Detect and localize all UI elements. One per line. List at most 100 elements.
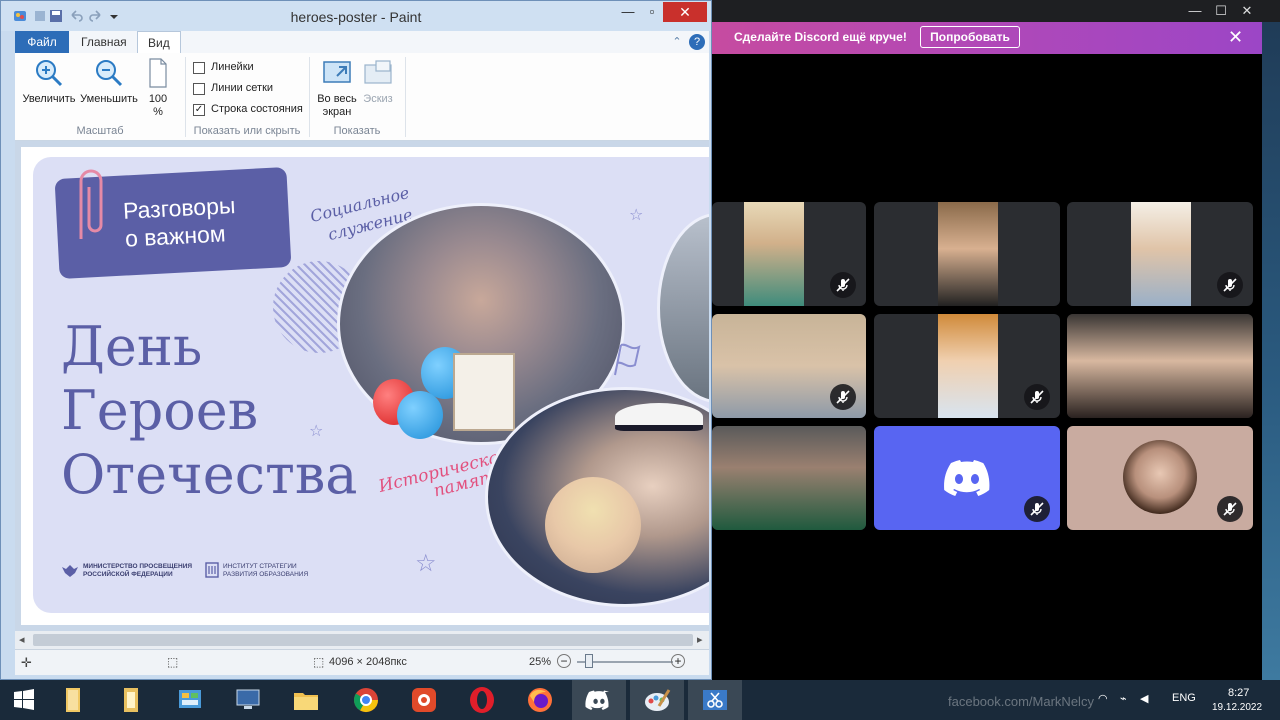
poster-title-line3: Отечества xyxy=(61,443,358,506)
tab-file[interactable]: Файл xyxy=(15,31,69,53)
muted-mic-icon xyxy=(830,272,856,298)
scrollbar-thumb[interactable] xyxy=(33,634,693,646)
institute-logo-icon xyxy=(205,562,219,578)
windows-start-icon[interactable] xyxy=(8,684,40,716)
computer-icon[interactable] xyxy=(232,684,264,716)
poster-title-line2: Героев xyxy=(61,379,259,442)
muted-mic-icon xyxy=(1024,384,1050,410)
snipping-tool-icon[interactable] xyxy=(699,684,731,716)
statusbar-checkbox[interactable]: ✓ xyxy=(193,104,205,116)
scroll-right-icon[interactable]: ▸ xyxy=(697,633,703,646)
status-bar: ✛ ⬚ ⬚ 4096 × 2048пкс 25% − + xyxy=(15,649,709,675)
gridlines-checkbox[interactable] xyxy=(193,83,205,95)
discord-titlebar: — ☐ ✕ xyxy=(712,0,1280,22)
ribbon-panel: Увеличить Уменьшить 100 % Масштаб Линейк… xyxy=(15,53,709,141)
zoom-in-icon xyxy=(36,60,63,87)
folder-icon[interactable] xyxy=(290,684,322,716)
ministry-eagle-icon xyxy=(62,565,78,577)
network-icon[interactable]: ⌁ xyxy=(1120,692,1127,705)
video-tile-discord-avatar[interactable] xyxy=(874,426,1060,530)
zoom-out-button[interactable]: Уменьшить xyxy=(79,57,139,106)
muted-mic-icon xyxy=(1217,496,1243,522)
volume-icon[interactable]: ◀ xyxy=(1140,692,1148,705)
video-tile[interactable] xyxy=(874,314,1060,418)
image-size-text: 4096 × 2048пкс xyxy=(329,656,407,668)
ribbon-collapse-icon[interactable]: ⌃ xyxy=(669,34,685,50)
paint-window-title: heroes-poster - Paint xyxy=(290,9,422,25)
institute-logo-text-line2: РАЗВИТИЯ ОБРАЗОВАНИЯ xyxy=(223,571,309,578)
document-folder-icon[interactable] xyxy=(116,684,148,716)
paperclip-icon xyxy=(79,169,103,239)
video-tile[interactable] xyxy=(1067,202,1253,306)
video-feed xyxy=(744,202,804,306)
video-feed xyxy=(1131,202,1191,306)
discord-close-button[interactable]: ✕ xyxy=(1234,2,1260,20)
discord-taskbar-icon[interactable] xyxy=(583,684,615,716)
discord-maximize-button[interactable]: ☐ xyxy=(1208,2,1234,20)
horizontal-scrollbar[interactable]: ◂ ▸ xyxy=(15,631,709,649)
thumbnail-button[interactable]: Эскиз xyxy=(361,57,395,106)
zoom-in-label: Увеличить xyxy=(22,93,76,105)
rulers-checkbox[interactable] xyxy=(193,62,205,74)
video-tile[interactable] xyxy=(1067,314,1253,418)
video-tile[interactable] xyxy=(712,314,866,418)
control-panel-icon[interactable] xyxy=(174,684,206,716)
tab-view[interactable]: Вид xyxy=(137,31,181,53)
language-indicator[interactable]: ENG xyxy=(1172,692,1196,704)
scroll-left-icon[interactable]: ◂ xyxy=(19,633,25,646)
video-tile[interactable] xyxy=(712,202,866,306)
poster-star-icon: ☆ xyxy=(309,423,324,440)
zoom-in-button[interactable]: Увеличить xyxy=(21,57,77,106)
thumbnail-icon xyxy=(364,60,392,84)
poster-flag-icon xyxy=(614,343,641,376)
zoom-100-button[interactable]: 100 % xyxy=(143,57,173,119)
firefox-icon[interactable] xyxy=(524,684,556,716)
zoom-plus-button[interactable]: + xyxy=(671,654,685,668)
clock-date[interactable]: 19.12.2022 xyxy=(1212,702,1262,713)
discord-minimize-button[interactable]: — xyxy=(1182,2,1208,20)
nitro-promo-banner: Сделайте Discord ещё круче! Попробовать … xyxy=(712,22,1262,54)
paint-maximize-button[interactable]: ▫ xyxy=(641,2,663,22)
fullscreen-label-line2: экран xyxy=(322,106,352,118)
institute-logo-text-line1: ИНСТИТУТ СТРАТЕГИИ xyxy=(223,563,297,570)
video-feed xyxy=(938,314,998,418)
group-display-label: Показать xyxy=(333,125,381,137)
user-avatar xyxy=(1123,440,1197,514)
nitro-close-icon[interactable]: ✕ xyxy=(1228,26,1243,48)
muted-mic-icon xyxy=(830,384,856,410)
paint-taskbar-icon[interactable] xyxy=(641,684,673,716)
clock-time[interactable]: 8:27 xyxy=(1228,687,1249,699)
poster-image[interactable]: Разговоры о важном Социальное служение Д… xyxy=(21,147,709,625)
zoom-minus-button[interactable]: − xyxy=(557,654,571,668)
tab-home[interactable]: Главная xyxy=(71,31,137,53)
ribbon-tabs: Файл Главная Вид ⌃ ? xyxy=(15,31,709,53)
wifi-icon[interactable]: ◠ xyxy=(1098,692,1108,705)
nitro-try-button[interactable]: Попробовать xyxy=(920,26,1020,48)
help-icon[interactable]: ? xyxy=(689,34,705,50)
ministry-logo-text-line1: МИНИСТЕРСТВО ПРОСВЕЩЕНИЯ xyxy=(83,563,193,570)
ribbon-separator xyxy=(405,57,406,137)
image-size-icon: ⬚ xyxy=(313,655,325,669)
screen-recorder-icon[interactable] xyxy=(408,684,440,716)
video-tile-avatar[interactable] xyxy=(1067,426,1253,530)
statusbar-label: Строка состояния xyxy=(211,103,303,115)
paint-close-button[interactable]: ✕ xyxy=(663,2,707,22)
zoom-slider-thumb[interactable] xyxy=(585,654,593,668)
watermark-text: facebook.com/MarkNelcy xyxy=(948,694,1094,709)
paint-titlebar: heroes-poster - Paint — ▫ ✕ xyxy=(1,1,711,31)
chrome-icon[interactable] xyxy=(350,684,382,716)
ministry-logo-text-line2: РОССИЙСКОЙ ФЕДЕРАЦИИ xyxy=(83,571,173,578)
thumbnail-label: Эскиз xyxy=(363,93,393,105)
fullscreen-button[interactable]: Во весь экран xyxy=(315,57,359,119)
poster-badge-text-line2: о важном xyxy=(124,220,227,252)
opera-icon[interactable] xyxy=(466,684,498,716)
zoom-100-label-number: 100 xyxy=(148,93,168,105)
file-explorer-icon[interactable] xyxy=(58,684,90,716)
canvas-area[interactable]: Разговоры о важном Социальное служение Д… xyxy=(15,141,709,631)
poster-star-icon: ☆ xyxy=(415,550,437,577)
zoom-out-icon xyxy=(96,60,123,87)
zoom-level-text: 25% xyxy=(529,656,552,668)
video-tile[interactable] xyxy=(874,202,1060,306)
paint-minimize-button[interactable]: — xyxy=(617,2,639,22)
video-tile[interactable] xyxy=(712,426,866,530)
